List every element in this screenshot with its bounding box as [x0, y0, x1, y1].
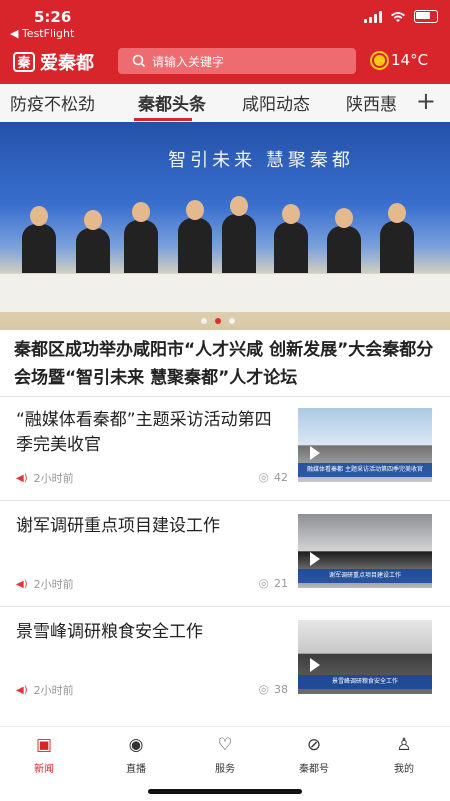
news-item[interactable]: “融媒体看秦都”主题采访活动第四季完美收官 ◀) 2小时前 ◎ 42 融媒体看秦都 …	[16, 408, 436, 488]
nav-my[interactable]: ♙ 我的	[376, 735, 432, 775]
nav-service[interactable]: ♡ 服务	[197, 735, 253, 775]
views-count: ◎ 42	[258, 470, 288, 484]
play-icon	[310, 552, 320, 566]
app-header: 5:26 ◀ TestFlight 秦 爱秦都 请输入关键字 14°C	[0, 0, 450, 84]
speaker-icon: ◀)	[16, 578, 28, 590]
app-name: 爱秦都	[40, 53, 94, 74]
play-icon	[310, 446, 320, 460]
service-icon: ♡	[217, 735, 233, 755]
home-indicator	[148, 789, 302, 794]
speaker-icon: ◀)	[16, 684, 28, 696]
wifi-icon	[391, 11, 405, 22]
thumbnail-caption: 融媒体看秦都 主题采访活动第四季完美收官	[298, 463, 432, 477]
signing-table	[0, 273, 450, 312]
status-time: 5:26	[34, 8, 72, 26]
person-icon: ♙	[396, 735, 412, 755]
battery-icon	[414, 10, 438, 23]
news-thumbnail: 融媒体看秦都 主题采访活动第四季完美收官	[298, 408, 432, 482]
nav-live[interactable]: ◉ 直播	[108, 735, 164, 775]
eye-icon: ◎	[258, 470, 269, 484]
search-icon	[132, 54, 146, 68]
tab-qindu-toutiao[interactable]: 秦都头条	[138, 90, 206, 115]
divider	[0, 500, 450, 501]
tab-shaanxi-hui[interactable]: 陕西惠	[346, 90, 408, 115]
news-item[interactable]: 谢军调研重点项目建设工作 ◀) 2小时前 ◎ 21 谢军调研重点项目建设工作	[16, 514, 436, 594]
compass-icon: ⊘	[306, 735, 322, 755]
add-channel-icon[interactable]: +	[416, 87, 436, 115]
search-input[interactable]: 请输入关键字	[118, 48, 356, 74]
divider	[0, 606, 450, 607]
tab-xianyang-dongtai[interactable]: 咸阳动态	[242, 90, 310, 115]
eye-icon: ◎	[258, 682, 269, 696]
weather-widget[interactable]: 14°C	[374, 51, 428, 69]
nav-news[interactable]: ▣ 新闻	[16, 735, 72, 775]
back-to-testflight[interactable]: ◀ TestFlight	[10, 27, 74, 40]
thumbnail-caption: 谢军调研重点项目建设工作	[298, 569, 432, 583]
live-icon: ◉	[128, 735, 144, 755]
app-logo: 秦 爱秦都	[12, 49, 94, 75]
news-meta: ◀) 2小时前	[16, 472, 74, 485]
carousel-dot[interactable]	[201, 318, 207, 324]
news-meta: ◀) 2小时前	[16, 684, 74, 697]
news-title: 谢军调研重点项目建设工作	[16, 516, 220, 536]
temperature: 14°C	[391, 51, 429, 69]
headline-banner[interactable]: 智引未来 慧聚秦都	[0, 122, 450, 330]
views-count: ◎ 38	[258, 682, 288, 696]
news-title: 景雪峰调研粮食安全工作	[16, 622, 203, 642]
svg-text:秦: 秦	[16, 55, 31, 71]
news-thumbnail: 谢军调研重点项目建设工作	[298, 514, 432, 588]
status-icons	[364, 10, 438, 23]
carousel-dot-active[interactable]	[215, 318, 221, 324]
news-item[interactable]: 景雪峰调研粮食安全工作 ◀) 2小时前 ◎ 38 景雪峰调研粮食安全工作	[16, 620, 436, 700]
sun-icon	[374, 54, 385, 66]
thumbnail-caption: 景雪峰调研粮食安全工作	[298, 675, 432, 689]
speaker-icon: ◀)	[16, 472, 28, 484]
active-tab-indicator	[134, 118, 192, 121]
news-title: “融媒体看秦都”主题采访活动第四季完美收官	[16, 410, 272, 455]
news-thumbnail: 景雪峰调研粮食安全工作	[298, 620, 432, 694]
divider	[0, 396, 450, 397]
carousel-indicator	[201, 318, 235, 324]
play-icon	[310, 658, 320, 672]
tab-fangyi[interactable]: 防疫不松劲	[10, 90, 95, 115]
views-count: ◎ 21	[258, 576, 288, 590]
eye-icon: ◎	[258, 576, 269, 590]
signal-icon	[364, 10, 382, 23]
channel-tabs: 防疫不松劲 秦都头条 咸阳动态 陕西惠 +	[0, 84, 450, 122]
news-meta: ◀) 2小时前	[16, 578, 74, 591]
news-icon: ▣	[35, 735, 53, 755]
nav-qindu-account[interactable]: ⊘ 秦都号	[286, 735, 342, 775]
qin-logo-icon: 秦	[13, 52, 35, 72]
headline-title[interactable]: 秦都区成功举办咸阳市“人才兴咸 创新发展”大会秦都分会场暨“智引未来 慧聚秦都”…	[14, 336, 434, 392]
carousel-dot[interactable]	[229, 318, 235, 324]
search-placeholder: 请输入关键字	[152, 54, 225, 69]
